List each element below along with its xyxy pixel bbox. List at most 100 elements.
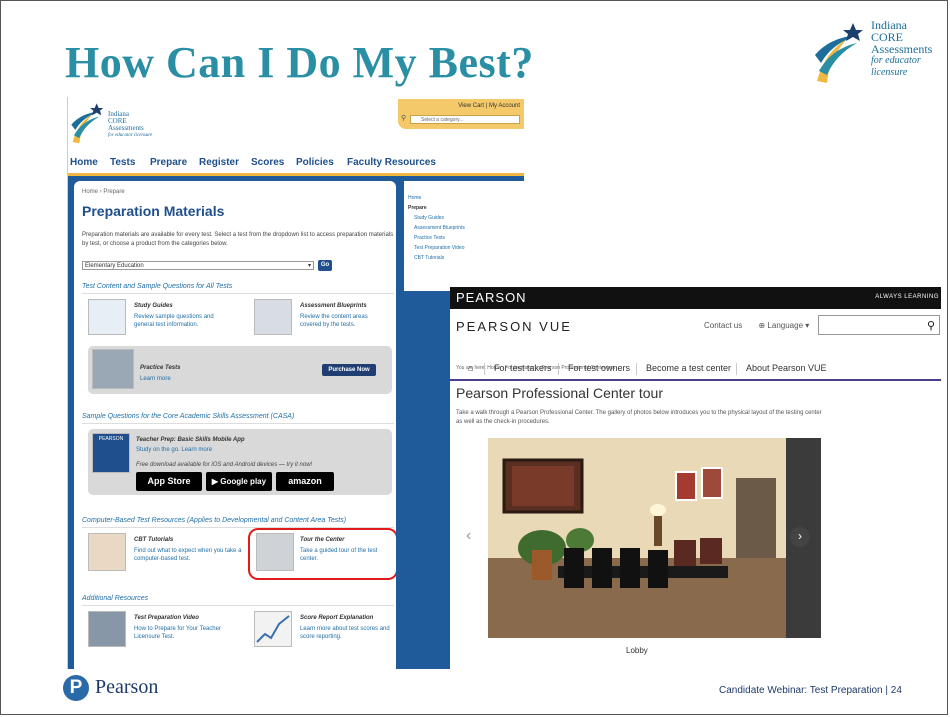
nav-about[interactable]: About Pearson VUE bbox=[746, 363, 827, 373]
video-title[interactable]: Test Preparation Video bbox=[134, 615, 199, 621]
app-store-badge[interactable]: App Store bbox=[136, 472, 202, 491]
nav-home[interactable]: Home bbox=[70, 157, 98, 168]
lobby-image bbox=[488, 438, 816, 638]
photo-caption: Lobby bbox=[626, 646, 648, 655]
test-select[interactable]: Elementary Education ▾ bbox=[82, 261, 314, 270]
lobby-photo bbox=[488, 438, 816, 638]
cbt-tutorials-desc[interactable]: Find out what to expect when you take a … bbox=[134, 547, 242, 563]
practice-tests-link[interactable]: Learn more bbox=[140, 375, 171, 383]
nav-scores[interactable]: Scores bbox=[251, 157, 284, 168]
purchase-now-button[interactable]: Purchase Now bbox=[322, 364, 376, 376]
indiana-core-logo: Indiana CORE Assessments for educator li… bbox=[813, 19, 945, 89]
google-play-label: Google play bbox=[220, 477, 267, 486]
chevron-down-icon: ▾ bbox=[307, 263, 311, 269]
divider bbox=[82, 605, 394, 606]
globe-icon: ⊕ bbox=[758, 321, 766, 330]
side-link-prepare[interactable]: Prepare bbox=[404, 203, 524, 213]
search-icon: ⚲ bbox=[926, 320, 935, 332]
site-nav: Home Tests Prepare Register Scores Polic… bbox=[68, 153, 524, 176]
go-button[interactable]: Go bbox=[318, 260, 332, 271]
app-icon-label: PEARSON bbox=[98, 436, 124, 442]
star-swoosh-icon bbox=[71, 103, 104, 144]
pearson-top-bar: PEARSON ALWAYS LEARNING bbox=[450, 287, 941, 309]
chevron-down-icon: ▾ bbox=[805, 321, 810, 330]
page-heading: Preparation Materials bbox=[82, 203, 225, 219]
cbt-tutorials-title[interactable]: CBT Tutorials bbox=[134, 537, 173, 543]
pearson-vue-logo[interactable]: PEARSON VUE bbox=[456, 319, 572, 334]
logo-line3: Assessments bbox=[871, 42, 933, 56]
study-guides-thumbnail[interactable] bbox=[88, 299, 126, 335]
slide-title: How Can I Do My Best? bbox=[65, 38, 534, 87]
breadcrumb: Home › Prepare bbox=[82, 189, 125, 195]
practice-tests-thumbnail[interactable] bbox=[92, 349, 134, 389]
score-report-title[interactable]: Score Report Explanation bbox=[300, 615, 373, 621]
divider bbox=[736, 363, 737, 375]
section-additional: Additional Resources bbox=[82, 595, 149, 602]
category-select[interactable]: ⚲ Select a category... bbox=[401, 115, 520, 124]
side-link-video[interactable]: Test Preparation Video bbox=[404, 243, 524, 253]
site-logo-line4: for educator licensure bbox=[108, 133, 153, 138]
nav-prepare[interactable]: Prepare bbox=[150, 157, 187, 168]
cbt-tutorials-thumbnail[interactable] bbox=[88, 533, 126, 571]
tour-center-title[interactable]: Tour the Center bbox=[300, 537, 344, 543]
score-report-desc[interactable]: Learn more about test scores and score r… bbox=[300, 625, 392, 641]
tour-center-desc[interactable]: Take a guided tour of the test center. bbox=[300, 547, 390, 563]
nav-register[interactable]: Register bbox=[199, 157, 239, 168]
vue-breadcrumb: You are here: Home › For test takers › P… bbox=[456, 365, 616, 371]
amazon-label: amazon bbox=[288, 476, 322, 486]
logo-line4: for educator licensure bbox=[871, 55, 921, 78]
blueprints-thumbnail[interactable] bbox=[254, 299, 292, 335]
section-cbt: Computer-Based Test Resources (Applies t… bbox=[82, 517, 347, 524]
practice-tests-title[interactable]: Practice Tests bbox=[140, 365, 180, 371]
study-guides-title[interactable]: Study Guides bbox=[134, 303, 173, 309]
pearson-vue-screenshot: PEARSON ALWAYS LEARNING PEARSON VUE Cont… bbox=[450, 287, 941, 669]
vue-paragraph: Take a walk through a Pearson Profession… bbox=[456, 410, 822, 425]
side-link-cbt[interactable]: CBT Tutorials bbox=[404, 253, 524, 263]
video-thumbnail[interactable] bbox=[88, 611, 126, 647]
app-icon[interactable]: PEARSON bbox=[92, 433, 130, 473]
section-test-content: Test Content and Sample Questions for Al… bbox=[82, 283, 233, 290]
section-casa: Sample Questions for the Core Academic S… bbox=[82, 413, 295, 420]
nav-policies[interactable]: Policies bbox=[296, 157, 334, 168]
amazon-badge[interactable]: amazon bbox=[276, 472, 334, 491]
pearson-brand[interactable]: PEARSON bbox=[456, 290, 527, 305]
slide: How Can I Do My Best? Indiana CORE Asses… bbox=[0, 0, 948, 715]
cart-link[interactable]: View Cart | My Account bbox=[458, 103, 520, 109]
mobile-app-note: Free download available for iOS and Andr… bbox=[136, 462, 313, 468]
side-link-study-guides[interactable]: Study Guides bbox=[404, 213, 524, 223]
site-header: Indiana CORE Assessments for educator li… bbox=[68, 97, 524, 155]
tour-center-thumbnail[interactable] bbox=[256, 533, 294, 571]
blueprints-title[interactable]: Assessment Blueprints bbox=[300, 303, 367, 309]
nav-faculty-resources[interactable]: Faculty Resources bbox=[347, 157, 436, 168]
blueprints-desc[interactable]: Review the content areas covered by the … bbox=[300, 313, 390, 329]
chart-line-icon bbox=[256, 615, 290, 643]
app-store-label: App Store bbox=[147, 476, 191, 486]
side-link-home[interactable]: Home bbox=[404, 193, 524, 203]
google-play-badge[interactable]: ▶ Google play bbox=[206, 472, 272, 491]
divider bbox=[82, 423, 394, 424]
side-nav: Home Prepare Study Guides Assessment Blu… bbox=[404, 181, 524, 291]
mobile-app-desc[interactable]: Study on the go. Learn more bbox=[136, 446, 212, 454]
site-logo[interactable]: Indiana CORE Assessments for educator li… bbox=[70, 99, 180, 153]
nav-become-test-center[interactable]: Become a test center bbox=[646, 363, 731, 373]
header-links: Contact us ⊕ Language ▾ bbox=[704, 321, 809, 330]
video-desc[interactable]: How to Prepare for Your Teacher Licensur… bbox=[134, 625, 234, 641]
test-select-value: Elementary Education bbox=[85, 263, 144, 269]
footer-text: Candidate Webinar: Test Preparation | 24 bbox=[719, 685, 902, 696]
nav-tests[interactable]: Tests bbox=[110, 157, 135, 168]
language-select[interactable]: Language bbox=[767, 321, 803, 330]
carousel-next-icon[interactable]: › bbox=[790, 527, 810, 547]
side-link-practice-tests[interactable]: Practice Tests bbox=[404, 233, 524, 243]
site-logo-line3: Assessments bbox=[108, 124, 144, 132]
mobile-app-title[interactable]: Teacher Prep: Basic Skills Mobile App bbox=[136, 437, 245, 443]
carousel-dots bbox=[590, 661, 670, 669]
score-report-thumbnail[interactable] bbox=[254, 611, 292, 647]
prep-content-panel: Home › Prepare Preparation Materials Pre… bbox=[74, 181, 396, 669]
search-input[interactable]: ⚲ bbox=[818, 315, 940, 335]
tagline: ALWAYS LEARNING bbox=[875, 294, 939, 300]
side-link-blueprints[interactable]: Assessment Blueprints bbox=[404, 223, 524, 233]
study-guides-desc[interactable]: Review sample questions and general test… bbox=[134, 313, 226, 329]
contact-link[interactable]: Contact us bbox=[704, 321, 742, 330]
carousel-prev-icon[interactable]: ‹ bbox=[466, 527, 471, 545]
divider bbox=[82, 293, 394, 294]
